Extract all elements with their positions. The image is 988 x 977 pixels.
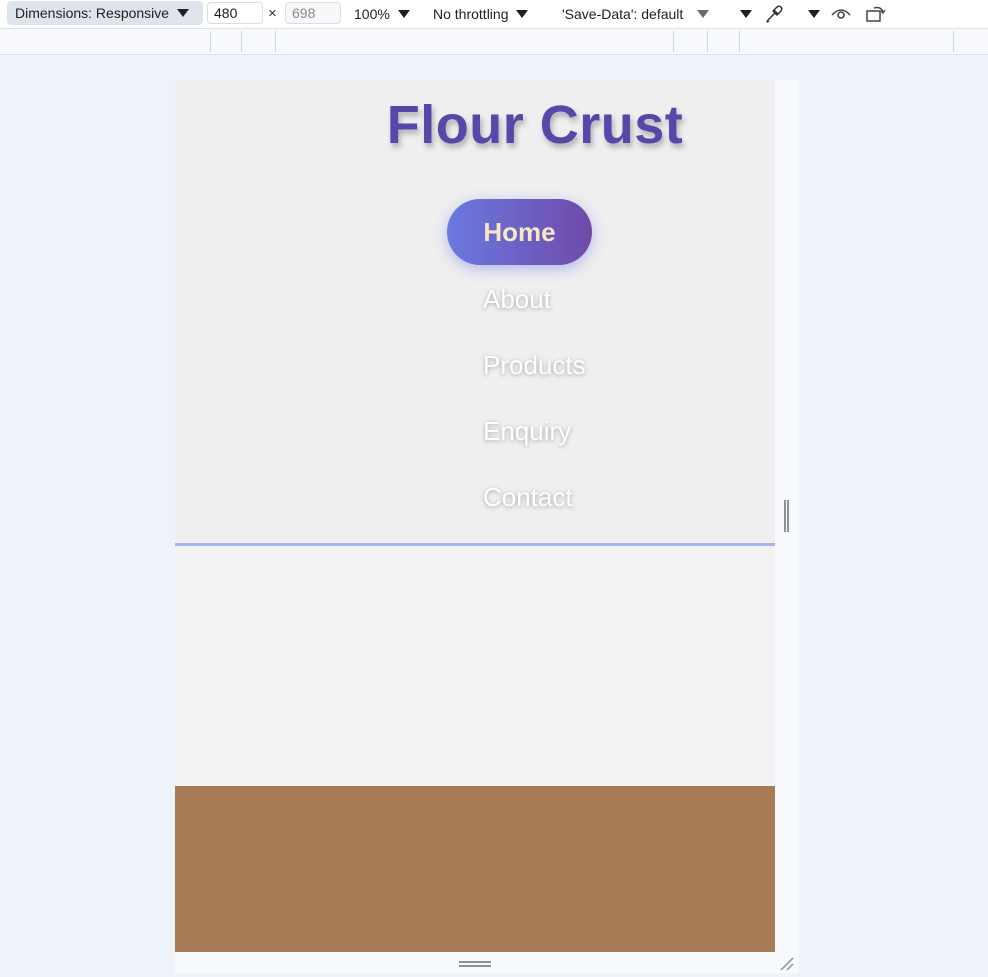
nav-link-contact[interactable]: Contact: [483, 482, 573, 513]
throttling-label: No throttling: [433, 6, 509, 22]
height-input[interactable]: 698: [285, 2, 341, 24]
save-data-dropdown[interactable]: 'Save-Data': default: [562, 0, 710, 28]
nav-link-home[interactable]: Home: [447, 199, 592, 265]
eyedropper-icon[interactable]: [763, 3, 785, 25]
chevron-down-icon: [516, 10, 529, 18]
corner-resize-handle[interactable]: [779, 956, 795, 972]
chevron-down-icon: [177, 9, 190, 17]
chevron-down-icon: [397, 10, 410, 18]
brand-logo-text[interactable]: Flour Crust: [375, 94, 695, 156]
eyedropper-options-dropdown[interactable]: [803, 3, 825, 25]
device-viewport: Flour Crust Home About Products Enquiry …: [175, 80, 775, 952]
more-options-dropdown[interactable]: [735, 3, 757, 25]
dimensions-dropdown[interactable]: Dimensions: Responsive: [7, 1, 203, 25]
save-data-label: 'Save-Data': default: [562, 6, 684, 22]
zoom-dropdown[interactable]: 100%: [354, 0, 410, 28]
rotate-device-icon[interactable]: [865, 3, 887, 25]
site-header: Flour Crust Home About Products Enquiry …: [175, 80, 775, 546]
eye-icon[interactable]: [830, 3, 852, 25]
width-resize-handle[interactable]: [775, 80, 799, 952]
nav-link-enquiry[interactable]: Enquiry: [483, 416, 571, 447]
nav-link-about[interactable]: About: [483, 284, 551, 315]
media-query-ruler[interactable]: [0, 28, 988, 55]
chevron-down-icon: [808, 10, 820, 18]
times-sign: ×: [268, 5, 277, 22]
throttling-dropdown[interactable]: No throttling: [433, 0, 529, 28]
chevron-down-icon: [697, 10, 710, 18]
width-input[interactable]: 480: [207, 2, 263, 24]
chevron-down-icon: [740, 10, 752, 18]
resize-grip-icon: [784, 500, 789, 532]
resize-grip-icon: [459, 961, 491, 967]
nav-link-products[interactable]: Products: [483, 350, 586, 381]
dimensions-label: Dimensions: Responsive: [15, 5, 170, 21]
main-content: [175, 546, 775, 786]
zoom-label: 100%: [354, 6, 390, 22]
device-toolbar: Dimensions: Responsive 480 × 698 100% No…: [0, 0, 988, 28]
site-footer: [175, 786, 775, 952]
height-resize-handle[interactable]: [175, 952, 799, 973]
